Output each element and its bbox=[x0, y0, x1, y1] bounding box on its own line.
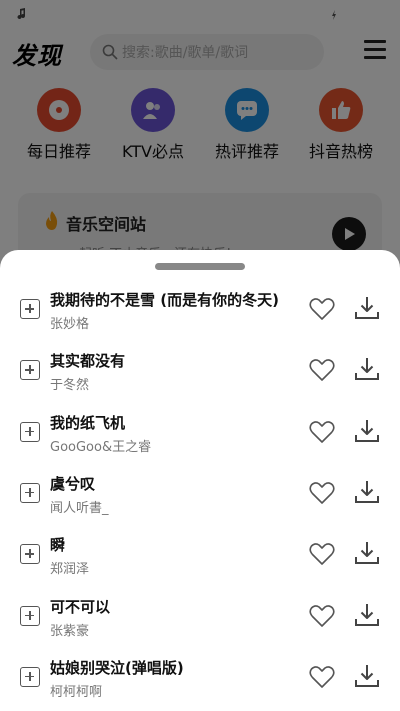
download-icon[interactable] bbox=[354, 602, 380, 628]
heart-icon[interactable] bbox=[309, 358, 335, 382]
song-title: 姑娘别哭泣(弹唱版) bbox=[50, 658, 184, 677]
heart-icon[interactable] bbox=[309, 297, 335, 321]
song-title: 我期待的不是雪 (而是有你的冬天) bbox=[50, 291, 279, 309]
song-row[interactable]: 其实都没有 于冬然 bbox=[0, 342, 400, 400]
add-to-playlist-icon[interactable] bbox=[20, 605, 40, 626]
heart-icon[interactable] bbox=[309, 604, 335, 628]
song-artist: GooGoo&王之睿 bbox=[50, 439, 152, 455]
song-artist: 张紫豪 bbox=[50, 623, 90, 639]
song-artist: 张妙格 bbox=[50, 317, 90, 332]
add-to-playlist-icon[interactable] bbox=[20, 544, 40, 565]
download-icon[interactable] bbox=[354, 540, 380, 566]
song-row[interactable]: 姑娘别哭泣(弹唱版) 柯柯柯啊 bbox=[0, 649, 400, 707]
heart-icon[interactable] bbox=[309, 665, 335, 689]
download-icon[interactable] bbox=[354, 479, 380, 505]
song-title: 虞兮叹 bbox=[50, 474, 96, 493]
song-artist: 柯柯柯啊 bbox=[50, 684, 103, 700]
add-to-playlist-icon[interactable] bbox=[20, 360, 40, 381]
heart-icon[interactable] bbox=[309, 481, 335, 505]
song-row[interactable]: 虞兮叹闻人听書_ bbox=[0, 465, 400, 523]
song-list-sheet: 我期待的不是雪 (而是有你的冬天) 张妙格其实都没有于冬然我的纸飞机 GooGoo&… bbox=[0, 250, 400, 711]
song-artist: 郑润泽 bbox=[50, 562, 90, 578]
song-row[interactable]: 我的纸飞机 GooGoo&王之睿 bbox=[0, 404, 400, 462]
song-title: 瞬 bbox=[50, 536, 66, 555]
add-to-playlist-icon[interactable] bbox=[20, 666, 40, 687]
song-row[interactable]: 可不可以 张紫豪 bbox=[0, 588, 400, 646]
song-row[interactable]: 瞬郑润泽 bbox=[0, 526, 400, 584]
download-icon[interactable] bbox=[354, 663, 380, 689]
song-artist: 闻人听書_ bbox=[50, 500, 109, 516]
song-title: 我的纸飞机 bbox=[50, 413, 126, 432]
add-to-playlist-icon[interactable] bbox=[20, 482, 40, 503]
heart-icon[interactable] bbox=[309, 420, 335, 444]
drag-handle[interactable] bbox=[155, 263, 245, 270]
song-artist: 于冬然 bbox=[50, 378, 90, 394]
download-icon[interactable] bbox=[354, 295, 380, 321]
song-title: 可不可以 bbox=[50, 597, 111, 616]
song-title: 其实都没有 bbox=[50, 352, 126, 371]
download-icon[interactable] bbox=[354, 356, 380, 382]
add-to-playlist-icon[interactable] bbox=[20, 299, 40, 319]
add-to-playlist-icon[interactable] bbox=[20, 421, 40, 442]
download-icon[interactable] bbox=[354, 418, 380, 444]
heart-icon[interactable] bbox=[309, 542, 335, 566]
song-row[interactable]: 我期待的不是雪 (而是有你的冬天) 张妙格 bbox=[0, 281, 400, 339]
